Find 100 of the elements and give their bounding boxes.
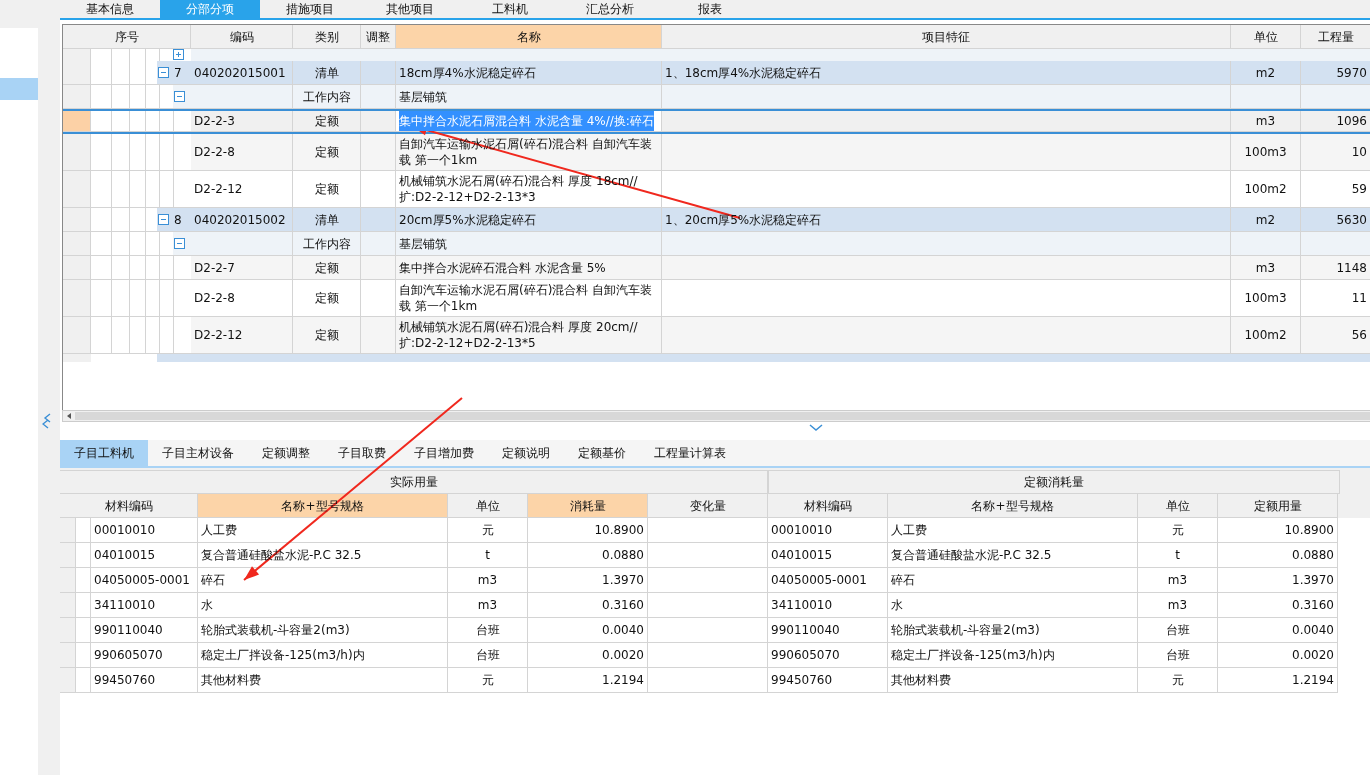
- material-code-cell: 990110040: [768, 618, 888, 643]
- name-cell: 机械铺筑水泥石屑(碎石)混合料 厚度 20cm//扩:D2-2-12+D2-2-13*5: [396, 317, 662, 354]
- name-cell: 集中拌合水泥石屑混合料 水泥含量 4%//换:碎石: [396, 111, 662, 132]
- unit-cell: 100m2: [1231, 317, 1301, 354]
- unit-cell: t: [1138, 543, 1218, 568]
- row-header[interactable]: [63, 134, 91, 171]
- type-cell: 工作内容: [293, 232, 361, 256]
- unit-cell: 台班: [448, 643, 528, 668]
- code-cell: D2-2-12: [191, 317, 293, 354]
- row-header[interactable]: [60, 568, 76, 593]
- name-cell: 集中拌合水泥碎石混合料 水泥含量 5%: [396, 256, 662, 280]
- row-header[interactable]: [63, 208, 91, 232]
- row-header[interactable]: [60, 668, 76, 693]
- expand-panel-icon[interactable]: [808, 424, 823, 432]
- table-row[interactable]: D2-2-7 定额 集中拌合水泥碎石混合料 水泥含量 5% m3 1148: [63, 256, 1370, 280]
- material-name-cell: 其他材料费: [198, 668, 448, 693]
- material-name-cell: 轮胎式装载机-斗容量2(m3): [198, 618, 448, 643]
- tab[interactable]: 定额基价: [564, 440, 640, 466]
- name-cell: 自卸汽车运输水泥石屑(碎石)混合料 自卸汽车装载 第一个1km: [396, 280, 662, 317]
- collapse-icon[interactable]: [174, 91, 185, 102]
- collapse-icon[interactable]: [174, 238, 185, 249]
- adjust-cell: [361, 61, 396, 85]
- unit-cell: 台班: [448, 618, 528, 643]
- consumption-cell: 0.0040: [528, 618, 648, 643]
- row-header[interactable]: [63, 61, 91, 85]
- tab[interactable]: 定额调整: [248, 440, 324, 466]
- quota-amount-cell: 1.3970: [1218, 568, 1338, 593]
- tab[interactable]: 工料机: [460, 0, 560, 18]
- material-code-cell: 04050005-0001: [91, 568, 198, 593]
- unit-cell: m3: [1231, 111, 1301, 132]
- tab[interactable]: 其他项目: [360, 0, 460, 18]
- tab[interactable]: 报表: [660, 0, 760, 18]
- quantity-cell: 56: [1301, 317, 1370, 354]
- quantity-cell: 5970: [1301, 61, 1370, 85]
- tab[interactable]: 子目主材设备: [148, 440, 248, 466]
- expand-icon[interactable]: [173, 49, 184, 60]
- unit-cell: 元: [448, 518, 528, 543]
- type-cell: 定额: [293, 134, 361, 171]
- row-header[interactable]: [63, 280, 91, 317]
- row-header[interactable]: [63, 256, 91, 280]
- column-header[interactable]: 消耗量: [528, 494, 648, 518]
- unit-cell: 元: [1138, 668, 1218, 693]
- expand-panel-icon[interactable]: [42, 413, 52, 429]
- row-number: 7: [174, 64, 182, 82]
- table-row[interactable]: 7 040202015001 清单 18cm厚4%水泥稳定碎石 1、18cm厚4%水泥稳定碎石 m2 5970: [63, 61, 1370, 85]
- table-row[interactable]: 工作内容 基层铺筑: [63, 85, 1370, 109]
- column-header[interactable]: 名称+型号规格: [888, 494, 1138, 518]
- unit-cell: 100m3: [1231, 280, 1301, 317]
- tab[interactable]: 子目增加费: [400, 440, 488, 466]
- row-header[interactable]: [60, 618, 76, 643]
- table-row[interactable]: D2-2-8 定额 自卸汽车运输水泥石屑(碎石)混合料 自卸汽车装载 第一个1km 100m3 11: [63, 280, 1370, 317]
- row-header[interactable]: [63, 354, 91, 362]
- row-header[interactable]: [60, 518, 76, 543]
- unit-cell: m3: [1231, 256, 1301, 280]
- row-header[interactable]: [63, 85, 91, 109]
- tab[interactable]: 工程量计算表: [640, 440, 740, 466]
- row-header[interactable]: [63, 232, 91, 256]
- type-cell: 定额: [293, 256, 361, 280]
- tab[interactable]: 汇总分析: [560, 0, 660, 18]
- material-name-cell: 其他材料费: [888, 668, 1138, 693]
- table-row[interactable]: D2-2-12 定额 机械铺筑水泥石屑(碎石)混合料 厚度 20cm//扩:D2-2-12+D2-2-13*5 100m2 56: [63, 317, 1370, 354]
- table-row[interactable]: 8 040202015002 清单 20cm厚5%水泥稳定碎石 1、20cm厚5%水泥稳定碎石 m2 5630: [63, 208, 1370, 232]
- scrollbar-thumb[interactable]: [75, 412, 1370, 420]
- material-name-cell: 稳定土厂拌设备-125(m3/h)内: [198, 643, 448, 668]
- code-cell: D2-2-8: [191, 134, 293, 171]
- scroll-left-icon[interactable]: [65, 412, 73, 420]
- collapse-icon[interactable]: [158, 67, 169, 78]
- sidebar-highlight[interactable]: [0, 78, 38, 100]
- tab[interactable]: 基本信息: [60, 0, 160, 18]
- quota-amount-cell: 10.8900: [1218, 518, 1338, 543]
- consumption-cell: 0.0020: [528, 643, 648, 668]
- unit-cell: m3: [1138, 568, 1218, 593]
- column-header[interactable]: 单位: [1138, 494, 1218, 518]
- column-header[interactable]: 变化量: [648, 494, 768, 518]
- row-header[interactable]: [63, 49, 91, 61]
- code-cell: D2-2-7: [191, 256, 293, 280]
- row-header[interactable]: [60, 593, 76, 618]
- column-header[interactable]: 材料编码: [768, 494, 888, 518]
- table-row[interactable]: 工作内容 基层铺筑: [63, 232, 1370, 256]
- collapse-icon[interactable]: [158, 214, 169, 225]
- tab[interactable]: 定额说明: [488, 440, 564, 466]
- horizontal-scrollbar[interactable]: [62, 410, 1370, 422]
- material-code-cell: 990110040: [91, 618, 198, 643]
- type-cell: 清单: [293, 208, 361, 232]
- row-header[interactable]: [60, 643, 76, 668]
- row-header[interactable]: [63, 317, 91, 354]
- column-header[interactable]: 定额用量: [1218, 494, 1338, 518]
- table-row[interactable]: D2-2-3 定额 集中拌合水泥石屑混合料 水泥含量 4%//换:碎石 m3 1096: [63, 109, 1370, 134]
- row-header[interactable]: [63, 171, 91, 208]
- group-header: 定额消耗量: [768, 470, 1340, 494]
- tab[interactable]: 子目取费: [324, 440, 400, 466]
- row-header[interactable]: [60, 543, 76, 568]
- row-header[interactable]: [63, 111, 91, 132]
- type-cell: 定额: [293, 171, 361, 208]
- tab[interactable]: 子目工料机: [60, 440, 148, 466]
- tab[interactable]: 措施项目: [260, 0, 360, 18]
- column-header[interactable]: 名称: [396, 25, 662, 49]
- tree-cell: [76, 593, 91, 618]
- quantity-cell: [1301, 85, 1370, 109]
- tree-cell: [76, 643, 91, 668]
